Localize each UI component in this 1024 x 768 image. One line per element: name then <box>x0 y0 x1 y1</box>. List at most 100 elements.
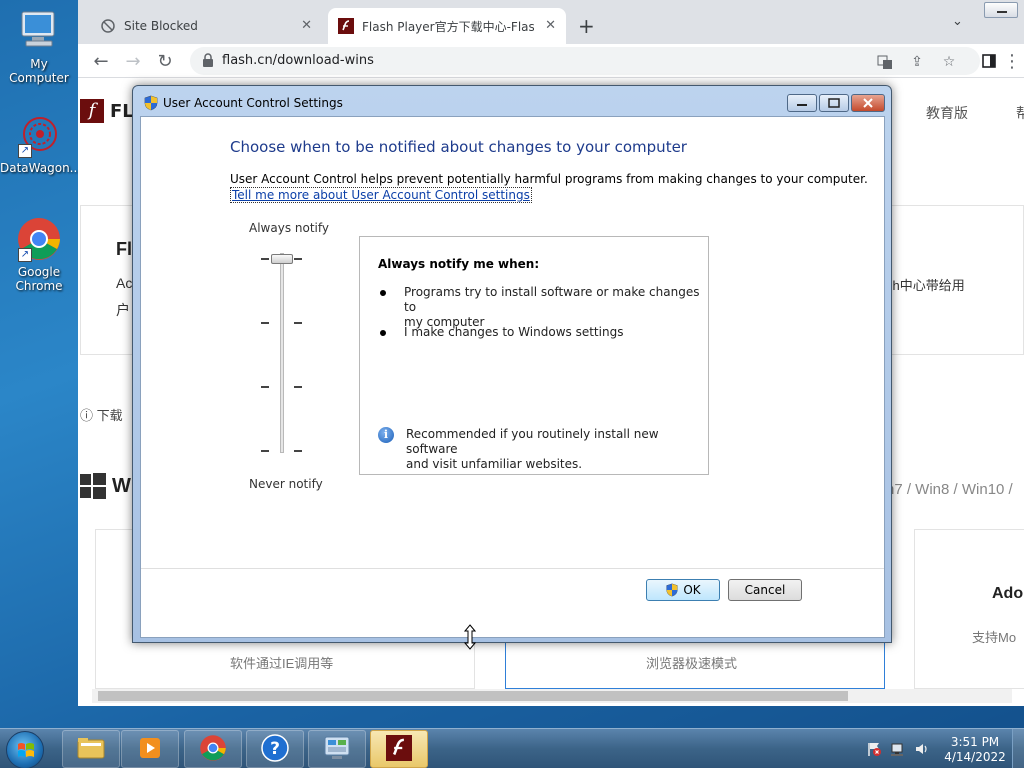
windows-compat-text: n7 / Win8 / Win10 / <box>886 481 1013 498</box>
flash-icon <box>386 734 412 764</box>
star-icon[interactable]: ☆ <box>940 53 958 71</box>
dialog-description: User Account Control helps prevent poten… <box>230 172 868 186</box>
uac-settings-dialog: User Account Control Settings Choose whe… <box>132 85 892 643</box>
ok-label: OK <box>683 583 701 597</box>
tab-search-chevron-icon[interactable]: ⌄ <box>952 14 963 29</box>
desktop-icon-label: Google Chrome <box>15 265 63 293</box>
slider-thumb[interactable] <box>271 254 293 264</box>
scrollbar-thumb[interactable] <box>98 691 848 701</box>
ok-button[interactable]: OK <box>646 579 720 601</box>
info-icon: i <box>378 427 394 443</box>
control-panel-icon <box>322 734 352 765</box>
action-center-flag-icon[interactable] <box>866 741 882 757</box>
taskbar-flash-uac[interactable] <box>370 730 428 768</box>
bullet-line: I make changes to Windows settings <box>404 325 624 339</box>
flash-logo-icon: f <box>80 99 104 123</box>
dialog-heading: Choose when to be notified about changes… <box>230 138 687 156</box>
tab-flash-player[interactable]: Flash Player官方下载中心-Flash中 ✕ <box>328 8 566 44</box>
desktop-icon-datawagon[interactable]: ↗ DataWagon... <box>0 112 81 175</box>
minimize-button[interactable] <box>787 94 817 112</box>
windows-logo-icon <box>80 473 106 502</box>
recommendation-text: Recommended if you routinely install new… <box>406 427 708 472</box>
taskbar-media-player[interactable] <box>121 730 179 768</box>
divider <box>141 568 884 569</box>
card-caption: 软件通过IE调用等 <box>230 656 334 671</box>
network-icon[interactable] <box>890 741 906 757</box>
nav-edu-link[interactable]: 教育版 <box>926 103 968 123</box>
hero-text-line: 户 <box>116 302 130 318</box>
info-title: Always notify me when: <box>378 257 540 271</box>
help-icon: ? <box>260 733 290 766</box>
media-player-icon <box>136 734 164 765</box>
chrome-icon: ↗ <box>16 216 62 262</box>
chrome-icon <box>199 734 227 765</box>
dialog-body: Choose when to be notified about changes… <box>140 116 885 638</box>
hero-text-right: sh中心带给用 <box>886 278 965 293</box>
slider-tick <box>294 450 302 452</box>
bullet-line: Programs try to install software or make… <box>404 285 700 314</box>
shortcut-arrow-icon: ↗ <box>18 248 32 262</box>
cancel-label: Cancel <box>744 583 786 597</box>
slider-tick <box>261 386 269 388</box>
tab-title: Site Blocked <box>124 19 198 33</box>
shortcut-arrow-icon: ↗ <box>18 144 32 158</box>
translate-icon[interactable] <box>876 53 894 71</box>
card-caption: 支持Mo <box>972 630 1017 645</box>
folder-icon <box>76 735 106 764</box>
tab-site-blocked[interactable]: Site Blocked ✕ <box>90 8 322 44</box>
learn-more-link[interactable]: Tell me more about User Account Control … <box>230 187 532 203</box>
nav-help-link[interactable]: 帮 <box>1016 103 1024 123</box>
taskbar-help[interactable]: ? <box>246 730 304 768</box>
back-arrow-icon[interactable]: ← <box>90 50 112 72</box>
slider-tick <box>294 258 302 260</box>
taskbar-explorer[interactable] <box>62 730 120 768</box>
close-button[interactable] <box>851 94 885 112</box>
lock-icon <box>202 53 214 67</box>
share-icon[interactable]: ⇪ <box>908 53 926 71</box>
recommendation-line: and visit unfamiliar websites. <box>406 457 583 471</box>
dialog-title: User Account Control Settings <box>163 96 343 110</box>
clock-time: 3:51 PM <box>950 735 1000 749</box>
minimize-button[interactable] <box>984 2 1018 18</box>
taskbar-chrome[interactable] <box>184 730 242 768</box>
datawagon-icon: ↗ <box>16 112 62 158</box>
card-caption: 浏览器极速模式 <box>646 656 738 671</box>
svg-text:?: ? <box>270 739 280 759</box>
brand-text: FL <box>110 101 134 122</box>
maximize-button[interactable] <box>819 94 849 112</box>
volume-icon[interactable] <box>914 741 930 757</box>
forward-arrow-icon[interactable]: → <box>122 50 144 72</box>
side-panel-icon[interactable] <box>978 50 1000 72</box>
notification-level-slider[interactable] <box>280 253 284 453</box>
desktop-icon-google-chrome[interactable]: ↗ Google Chrome <box>0 216 78 293</box>
bullet-icon <box>380 330 386 336</box>
cancel-button[interactable]: Cancel <box>728 579 802 601</box>
info-circle-icon: ⓘ <box>80 408 94 423</box>
download-card[interactable] <box>914 529 1024 689</box>
menu-dots-icon[interactable]: ⋮ <box>1003 50 1021 72</box>
close-icon[interactable]: ✕ <box>301 18 312 33</box>
slider-bottom-label: Never notify <box>249 477 323 491</box>
slider-tick <box>261 450 269 452</box>
url-text: flash.cn/download-wins <box>222 53 374 68</box>
desktop-icon-my-computer[interactable]: My Computer <box>0 8 78 85</box>
slider-tick <box>294 386 302 388</box>
desktop-icon-label: My Computer <box>9 57 69 85</box>
uac-shield-icon <box>665 583 679 597</box>
notice-text: 下载 <box>96 408 123 423</box>
bullet-item: Programs try to install software or make… <box>404 285 708 330</box>
reload-icon[interactable]: ↻ <box>154 50 176 72</box>
new-tab-icon[interactable]: + <box>578 14 595 38</box>
flash-icon <box>338 18 354 34</box>
clock-date: 4/14/2022 <box>944 750 1006 764</box>
tab-title: Flash Player官方下载中心-Flash中 <box>362 19 534 34</box>
address-bar[interactable]: flash.cn/download-wins ⇪ ☆ <box>190 47 980 75</box>
start-button[interactable] <box>6 731 44 768</box>
system-clock[interactable]: 3:51 PM 4/14/2022 <box>944 735 1006 765</box>
close-icon[interactable]: ✕ <box>545 18 556 33</box>
slider-top-label: Always notify <box>249 221 329 235</box>
show-desktop-button[interactable] <box>1012 729 1024 768</box>
taskbar-control-panel[interactable] <box>308 730 366 768</box>
horizontal-scrollbar[interactable] <box>92 689 1012 703</box>
recommendation-line: Recommended if you routinely install new… <box>406 427 659 456</box>
